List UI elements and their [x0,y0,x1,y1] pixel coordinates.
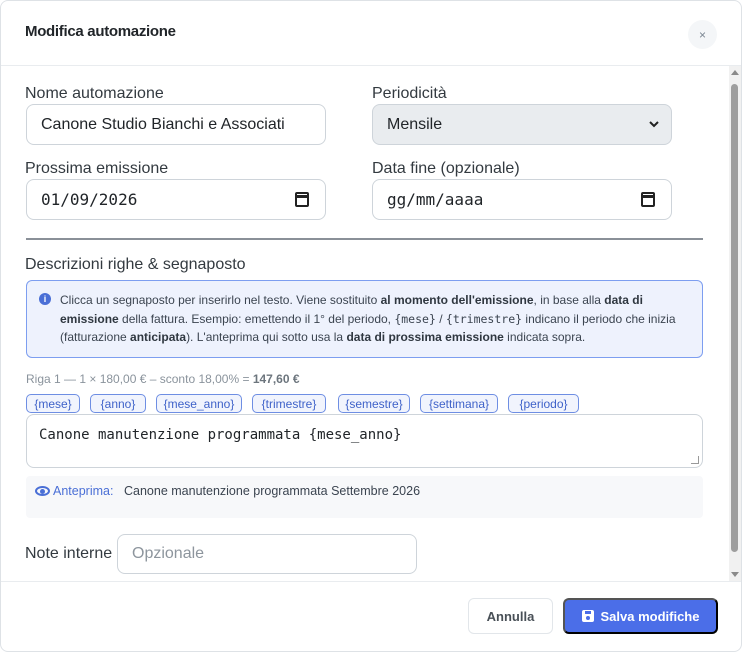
scroll-down-arrow-icon[interactable] [731,572,739,577]
info-icon: i [39,293,51,305]
eye-icon [35,486,50,496]
info-text-part: , in base alla [533,293,605,307]
modal-body: Nome automazione Canone Studio Bianchi e… [1,66,729,581]
info-text-part: Clicca un segnaposto per inserirlo nel t… [60,293,381,307]
info-text-bold: al momento dell'emissione [380,293,534,307]
cancel-button[interactable]: Annulla [468,598,553,634]
placeholder-chip-settimana[interactable]: {settimana} [420,394,498,413]
modal-title: Modifica automazione [25,23,176,40]
line-description-textarea[interactable]: Canone manutenzione programmata {mese_an… [26,414,703,468]
placeholder-chip-anno[interactable]: {anno} [90,394,146,413]
end-date-input[interactable]: gg/mm/aaaa [372,179,672,220]
calendar-icon[interactable] [641,192,655,207]
line-meta-total: 147,60 € [252,372,300,386]
preview-text: Canone manutenzione programmata Settembr… [124,484,421,498]
info-code: {mese} [394,311,436,326]
notes-label: Note interne [25,545,113,562]
name-label: Nome automazione [25,85,164,102]
calendar-icon[interactable] [295,192,309,207]
periodicity-label: Periodicità [372,85,447,102]
scroll-up-arrow-icon[interactable] [731,70,739,75]
name-input[interactable]: Canone Studio Bianchi e Associati [26,104,326,145]
section-divider [26,238,703,240]
line-meta: Riga 1 — 1 × 180,00 € – sconto 18,00% = … [26,372,300,386]
placeholder-chip-semestre[interactable]: {semestre} [338,394,410,413]
placeholder-chip-mese[interactable]: {mese} [26,394,80,413]
info-alert: i Clicca un segnaposto per inserirlo nel… [26,280,703,358]
placeholder-chip-periodo[interactable]: {periodo} [508,394,579,413]
placeholder-chip-mese-anno[interactable]: {mese_anno} [156,394,242,413]
modal-footer: Annulla Salva modifiche [1,581,741,651]
notes-input[interactable]: Opzionale [117,534,417,574]
info-text-part: ). L'anteprima qui sotto usa la [186,330,347,344]
end-date-label: Data fine (opzionale) [372,160,520,177]
close-button[interactable]: × [688,20,717,49]
scrollbar[interactable] [729,66,741,581]
close-icon: × [698,27,706,42]
modal-header: Modifica automazione × [1,1,741,66]
scrollbar-thumb[interactable] [731,84,738,552]
next-emission-label: Prossima emissione [25,160,169,177]
resize-handle[interactable] [691,456,699,464]
name-value: Canone Studio Bianchi e Associati [41,115,285,133]
periodicity-value: Mensile [387,115,443,133]
info-code: {trimestre} [445,311,523,326]
next-emission-date-input[interactable]: 01/09/2026 [26,179,326,220]
info-text-bold: data di prossima emissione [346,330,504,344]
end-date-placeholder: gg/mm/aaaa [387,190,484,209]
chevron-down-icon [649,115,659,131]
save-button[interactable]: Salva modifiche [563,598,718,634]
section-title: Descrizioni righe & segnaposto [25,256,246,273]
notes-placeholder: Opzionale [132,545,205,562]
next-emission-value: 01/09/2026 [41,190,138,209]
periodicity-select[interactable]: Mensile [372,104,672,145]
placeholder-chip-trimestre[interactable]: {trimestre} [252,394,326,413]
info-text-part: indicata sopra. [503,330,586,344]
line-meta-text: Riga 1 — 1 × 180,00 € – sconto 18,00% = [26,372,253,386]
line-description-value: Canone manutenzione programmata {mese_an… [39,427,402,443]
info-text-part: della fattura. Esempio: emettendo il 1° … [118,311,395,326]
preview-label: Anteprima: [53,484,114,498]
info-text-bold: anticipata [130,330,187,344]
save-button-label: Salva modifiche [600,608,700,624]
info-text-part: / [435,311,446,326]
modal-dialog: Modifica automazione × Nome automazione … [0,0,742,652]
save-icon [581,610,594,622]
preview-box: Anteprima: Canone manutenzione programma… [26,476,703,518]
info-text: Clicca un segnaposto per inserirlo nel t… [60,291,690,347]
